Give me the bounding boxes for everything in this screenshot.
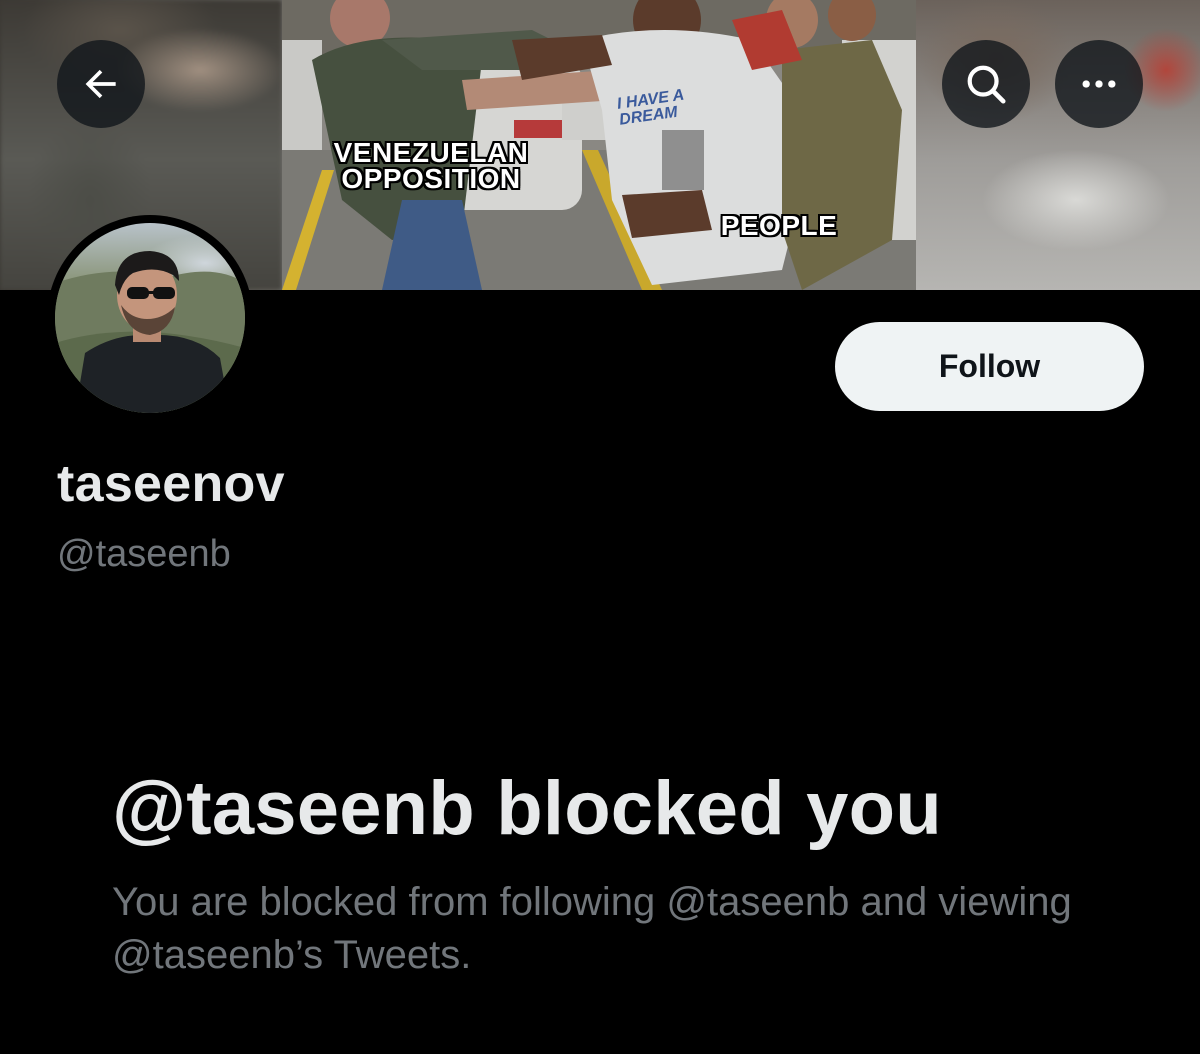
more-options-button[interactable] bbox=[1055, 40, 1143, 128]
more-horizontal-icon bbox=[1082, 80, 1116, 88]
meme-caption-people: PEOPLE bbox=[720, 210, 838, 241]
banner-blurred-right bbox=[916, 0, 1200, 290]
meme-caption-opposition: VENEZUELAN OPPOSITION bbox=[308, 139, 554, 194]
blocked-description: You are blocked from following @taseenb … bbox=[112, 880, 1072, 977]
search-button[interactable] bbox=[942, 40, 1030, 128]
avatar-ring[interactable] bbox=[47, 215, 253, 421]
blocked-title: @taseenb blocked you bbox=[112, 766, 942, 851]
back-button[interactable] bbox=[57, 40, 145, 128]
profile-handle: @taseenb bbox=[57, 533, 231, 575]
follow-button[interactable]: Follow bbox=[835, 322, 1144, 411]
avatar[interactable] bbox=[55, 223, 245, 413]
profile-page: I HAVE A DREAM VENEZUELAN OPPOSITION PEO… bbox=[0, 0, 1200, 1054]
profile-display-name: taseenov bbox=[57, 455, 285, 513]
avatar-photo-illustration bbox=[55, 251, 245, 413]
search-icon bbox=[967, 65, 1006, 104]
meme-caption-line2: OPPOSITION bbox=[341, 163, 521, 194]
arrow-left-icon bbox=[85, 69, 116, 99]
